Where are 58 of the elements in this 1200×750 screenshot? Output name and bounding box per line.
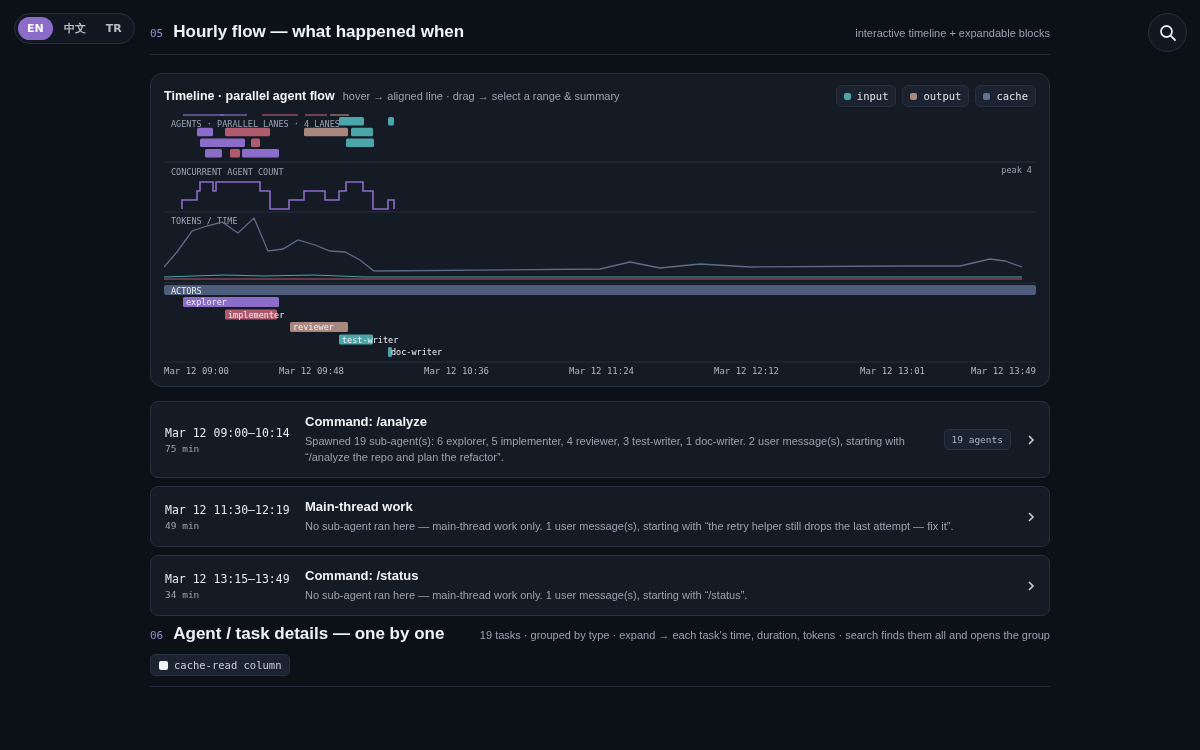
language-tab[interactable]: TR <box>96 17 131 40</box>
axis-label: Mar 12 13:49 <box>970 366 1036 376</box>
chevron-icon <box>1027 511 1035 522</box>
axis-label: Mar 12 12:12 <box>714 366 780 376</box>
block-time: Mar 12 09:00–10:14 <box>165 425 291 440</box>
language-tab[interactable]: EN <box>18 17 53 40</box>
block-title: Command: /analyze <box>305 414 429 429</box>
section-subtitle: interactive timeline + expandable blocks <box>855 27 1050 39</box>
agent-bar <box>388 117 394 126</box>
section-number: 06 <box>150 629 164 642</box>
checkbox[interactable] <box>159 660 168 670</box>
section-number: 05 <box>150 27 164 40</box>
block-duration: 49 min <box>165 519 201 531</box>
axis-label: Mar 12 09:48 <box>279 366 345 376</box>
actors-label: ACTORS <box>171 286 202 296</box>
checkbox-toggle[interactable]: cache-read column <box>150 654 291 676</box>
section-title: Agent / task details — one by one <box>173 624 445 644</box>
section-title: Hourly flow — what happened when <box>173 22 465 42</box>
flow-block[interactable] <box>150 401 1050 478</box>
language-tab[interactable]: 中文 <box>54 17 95 40</box>
agents-badge: 19 agents <box>943 429 1011 450</box>
block-time: Mar 12 13:15–13:49 <box>165 571 291 586</box>
actor-label: reviewer <box>293 322 334 332</box>
lanes-label: AGENTS · PARALLEL LANES · 4 LANES <box>171 118 340 129</box>
agent-bar <box>351 127 373 137</box>
timeline-chart[interactable] <box>164 112 1036 376</box>
axis-label: Mar 12 13:01 <box>860 366 926 376</box>
block-title: Main-thread work <box>305 499 414 514</box>
agent-bar <box>205 149 222 158</box>
axis-label: Mar 12 09:00 <box>164 366 230 376</box>
block-description: No sub-agent ran here — main-thread work only. 1 user message(s), starting with “the retry helper still drops the last attempt — fix it”. <box>305 519 955 534</box>
agent-bar <box>242 149 279 158</box>
block-duration: 75 min <box>165 442 201 454</box>
agent-bar <box>230 149 240 158</box>
legend-chip[interactable]: input <box>835 85 897 107</box>
flow-block[interactable]: Mar 12 13:15–13:49 34 min Command: /status No sub-agent ran here — main-thread work only. 1 user message(s), starting with “/status”. <box>150 555 1050 616</box>
chart-label: CONCURRENT AGENT COUNT <box>171 167 284 177</box>
chart-hint: hover → aligned line · drag → select a range & summary <box>342 90 620 102</box>
legend-chip[interactable]: output <box>902 85 970 107</box>
axis-label: Mar 12 10:36 <box>424 366 490 376</box>
legend-chip[interactable]: cache <box>975 85 1036 107</box>
section-subtitle: 19 tasks · grouped by type · expand → each task's time, duration, tokens · search finds them all and opens the group <box>479 629 1050 641</box>
actor-label: explorer <box>186 297 227 307</box>
block-duration: 34 min <box>165 588 201 600</box>
search-button[interactable] <box>1148 13 1187 52</box>
block-time: Mar 12 11:30–12:19 <box>165 502 291 517</box>
chevron-icon <box>1027 434 1035 445</box>
chart-label: TOKENS / TIME <box>171 216 238 226</box>
chart-title: Timeline · parallel agent flow <box>164 89 335 103</box>
block-description: Spawned 19 sub-agent(s): 6 explorer, 5 implementer, 4 reviewer, 3 test-writer, 1 doc-writer. 2 user message(s), starting with “/analyze the repo and plan the refactor”. <box>305 434 906 465</box>
axis-label: Mar 12 11:24 <box>569 366 635 376</box>
peak-label: peak 4 <box>1001 165 1032 175</box>
flow-block[interactable]: Mar 12 11:30–12:19 49 min Main-thread work No sub-agent ran here — main-thread work only. 1 user message(s), starting with “the retry helper still drops the last attempt — fix it”. <box>150 486 1050 547</box>
agent-bar <box>346 138 374 147</box>
block-description: No sub-agent ran here — main-thread work only. 1 user message(s), starting with “/status”. <box>305 588 749 603</box>
chevron-icon <box>1027 580 1035 591</box>
search-icon <box>1158 23 1177 42</box>
block-title: Command: /status <box>305 568 420 583</box>
